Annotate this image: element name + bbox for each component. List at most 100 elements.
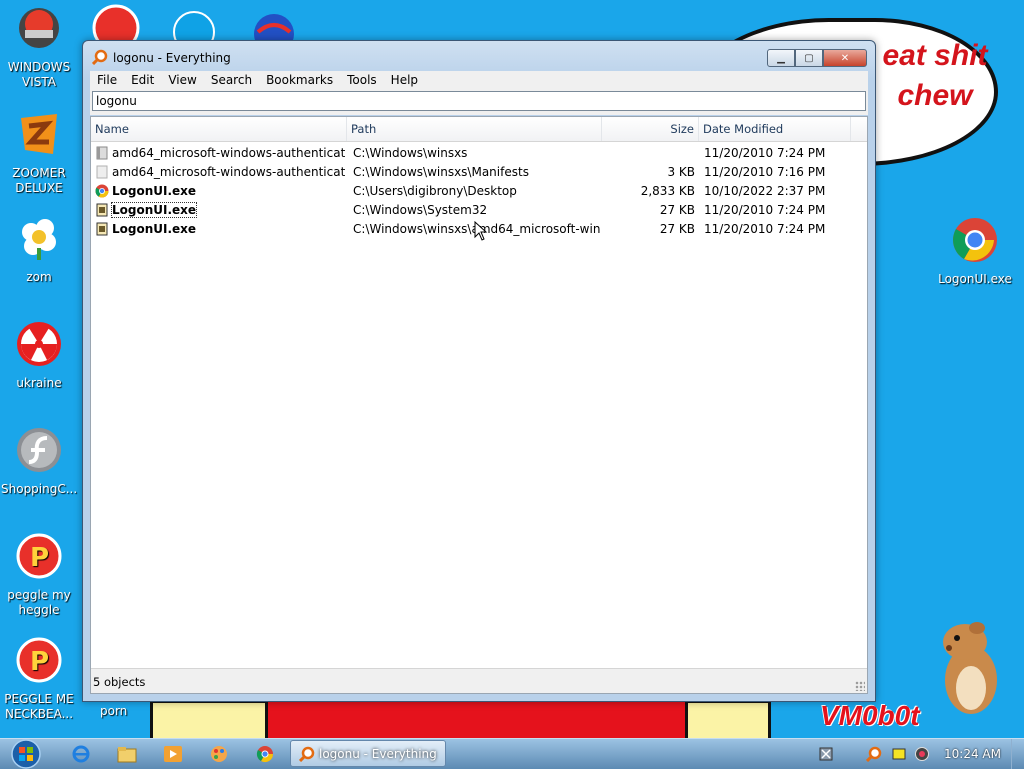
cell-date: 11/20/2010 7:24 PM — [704, 146, 826, 160]
flower-icon — [22, 219, 56, 260]
desktop-icon-label: peggle my heggle — [7, 588, 71, 617]
taskbar-clock[interactable]: 10:24 AM — [944, 747, 1001, 761]
cell-name: amd64_microsoft-windows-authenticatio... — [112, 146, 345, 160]
desktop-icon-zoomer-deluxe[interactable]: ZOOMER DELUXE — [1, 110, 77, 196]
cell-path: C:\Windows\winsxs\Manifests — [353, 165, 529, 179]
mouse-cursor-icon — [474, 221, 488, 241]
cell-size: 27 KB — [659, 203, 695, 217]
taskbar-task-everything[interactable]: logonu - Everything — [290, 740, 446, 767]
desktop-icon-label: PEGGLE ME NECKBEA... — [4, 692, 74, 721]
menu-help[interactable]: Help — [384, 71, 425, 89]
desktop-icon-shopping[interactable]: ShoppingC... — [1, 426, 77, 497]
desktop-icon-label: zom — [26, 270, 52, 284]
vista-icon — [19, 8, 59, 48]
skype-icon[interactable] — [172, 10, 216, 44]
maximize-icon: ▢ — [804, 52, 814, 64]
taskbar: logonu - Everything 10:24 AM — [0, 738, 1024, 769]
resize-grip[interactable] — [855, 681, 865, 691]
column-name[interactable]: Name — [91, 117, 347, 141]
desktop-icon-zom[interactable]: zom — [1, 214, 77, 285]
peggle-icon: P — [16, 533, 62, 579]
peggle-icon[interactable] — [92, 4, 140, 44]
hamster-image — [943, 622, 997, 714]
table-row[interactable]: amd64_microsoft-windows-authenticatio...… — [91, 144, 867, 163]
close-icon: ✕ — [840, 52, 850, 64]
status-bar: 5 objects — [91, 668, 867, 693]
caption-buttons: ▁ ▢ ✕ — [767, 49, 867, 67]
desktop-icon-label: ZOOMER DELUXE — [12, 166, 66, 195]
title-bar[interactable]: logonu - Everything ▁ ▢ ✕ — [83, 41, 875, 73]
desktop-icon-ukraine[interactable]: ukraine — [1, 320, 77, 391]
cell-date: 10/10/2022 2:37 PM — [704, 184, 826, 198]
cell-size: 2,833 KB — [640, 184, 695, 198]
column-date-modified[interactable]: Date Modified — [699, 117, 851, 141]
close-button[interactable]: ✕ — [823, 49, 867, 67]
column-header: Name Path Size Date Modified — [91, 117, 867, 142]
column-path[interactable]: Path — [347, 117, 602, 141]
table-row[interactable]: LogonUI.exe C:\Windows\System32 27 KB 11… — [91, 201, 867, 220]
peggle-icon: P — [16, 637, 62, 683]
exe-icon — [96, 203, 108, 217]
cell-date: 11/20/2010 7:16 PM — [704, 165, 826, 179]
file-icon — [96, 165, 108, 179]
minimize-button[interactable]: ▁ — [767, 49, 795, 67]
media-player-icon[interactable] — [162, 744, 184, 764]
maximize-button[interactable]: ▢ — [795, 49, 823, 67]
start-button[interactable] — [4, 739, 44, 769]
cell-name: LogonUI.exe — [112, 184, 197, 198]
window-title: logonu - Everything — [113, 51, 231, 65]
cell-path: C:\Users\digibrony\Desktop — [353, 184, 517, 198]
menu-edit[interactable]: Edit — [124, 71, 161, 89]
desktop-icon-label: ShoppingC... — [1, 482, 78, 496]
notification-icon[interactable] — [891, 746, 907, 762]
exe-icon — [96, 222, 108, 236]
svg-text:P: P — [30, 647, 49, 677]
svg-text:P: P — [30, 543, 49, 573]
desktop-icon-label: WINDOWS VISTA — [7, 60, 71, 89]
network-icon[interactable] — [818, 746, 834, 762]
desktop-icon-peggle-me-neckbeard[interactable]: P PEGGLE ME NECKBEA... — [1, 636, 77, 722]
desktop-icon-logonui[interactable]: LogonUI.exe — [937, 216, 1013, 287]
wallpaper-logo-text: VM0b0t — [820, 700, 920, 731]
results-list[interactable]: Name Path Size Date Modified amd64_micro… — [90, 116, 868, 694]
cell-name: LogonUI.exe — [112, 222, 197, 236]
cell-name: LogonUI.exe — [110, 202, 198, 218]
internet-explorer-icon[interactable] — [70, 744, 92, 764]
chrome-icon[interactable] — [254, 744, 276, 764]
volume-icon[interactable] — [914, 746, 930, 762]
taskbar-task-label: logonu - Everything — [319, 747, 437, 761]
show-desktop-button[interactable] — [1011, 739, 1024, 769]
menu-bookmarks[interactable]: Bookmarks — [259, 71, 340, 89]
magnifier-icon — [92, 49, 108, 65]
cell-size: 27 KB — [659, 222, 695, 236]
paint-icon[interactable] — [208, 744, 230, 764]
menu-bar: File Edit View Search Bookmarks Tools He… — [90, 71, 868, 89]
folder-icon — [96, 146, 108, 160]
menu-search[interactable]: Search — [204, 71, 259, 89]
desktop-icon-windows-vista[interactable]: WINDOWS VISTA — [1, 4, 77, 90]
status-count: 5 objects — [93, 675, 146, 689]
globe-icon[interactable] — [250, 10, 298, 44]
column-size[interactable]: Size — [602, 117, 699, 141]
zoomer-icon — [21, 114, 57, 154]
search-input[interactable] — [92, 91, 866, 111]
table-row[interactable]: amd64_microsoft-windows-authenticatio...… — [91, 163, 867, 182]
menu-file[interactable]: File — [90, 71, 124, 89]
cell-date: 11/20/2010 7:24 PM — [704, 203, 826, 217]
chrome-icon — [95, 184, 109, 198]
cell-date: 11/20/2010 7:24 PM — [704, 222, 826, 236]
menu-view[interactable]: View — [161, 71, 203, 89]
desktop-icon-label: LogonUI.exe — [938, 272, 1012, 286]
chrome-icon — [953, 218, 997, 262]
cell-path: C:\Windows\System32 — [353, 203, 488, 217]
desktop-icon-label: ukraine — [16, 376, 62, 390]
cell-size: 3 KB — [667, 165, 695, 179]
desktop-icon-peggle-my-heggle[interactable]: P peggle my heggle — [1, 532, 77, 618]
table-row[interactable]: LogonUI.exe C:\Users\digibrony\Desktop 2… — [91, 182, 867, 201]
everything-window: logonu - Everything ▁ ▢ ✕ File Edit View… — [82, 40, 876, 702]
explorer-icon[interactable] — [116, 744, 138, 764]
menu-tools[interactable]: Tools — [340, 71, 384, 89]
minimize-icon: ▁ — [777, 52, 785, 64]
desktop-partial-label[interactable]: porn — [100, 704, 127, 718]
everything-tray-icon[interactable] — [866, 746, 882, 762]
